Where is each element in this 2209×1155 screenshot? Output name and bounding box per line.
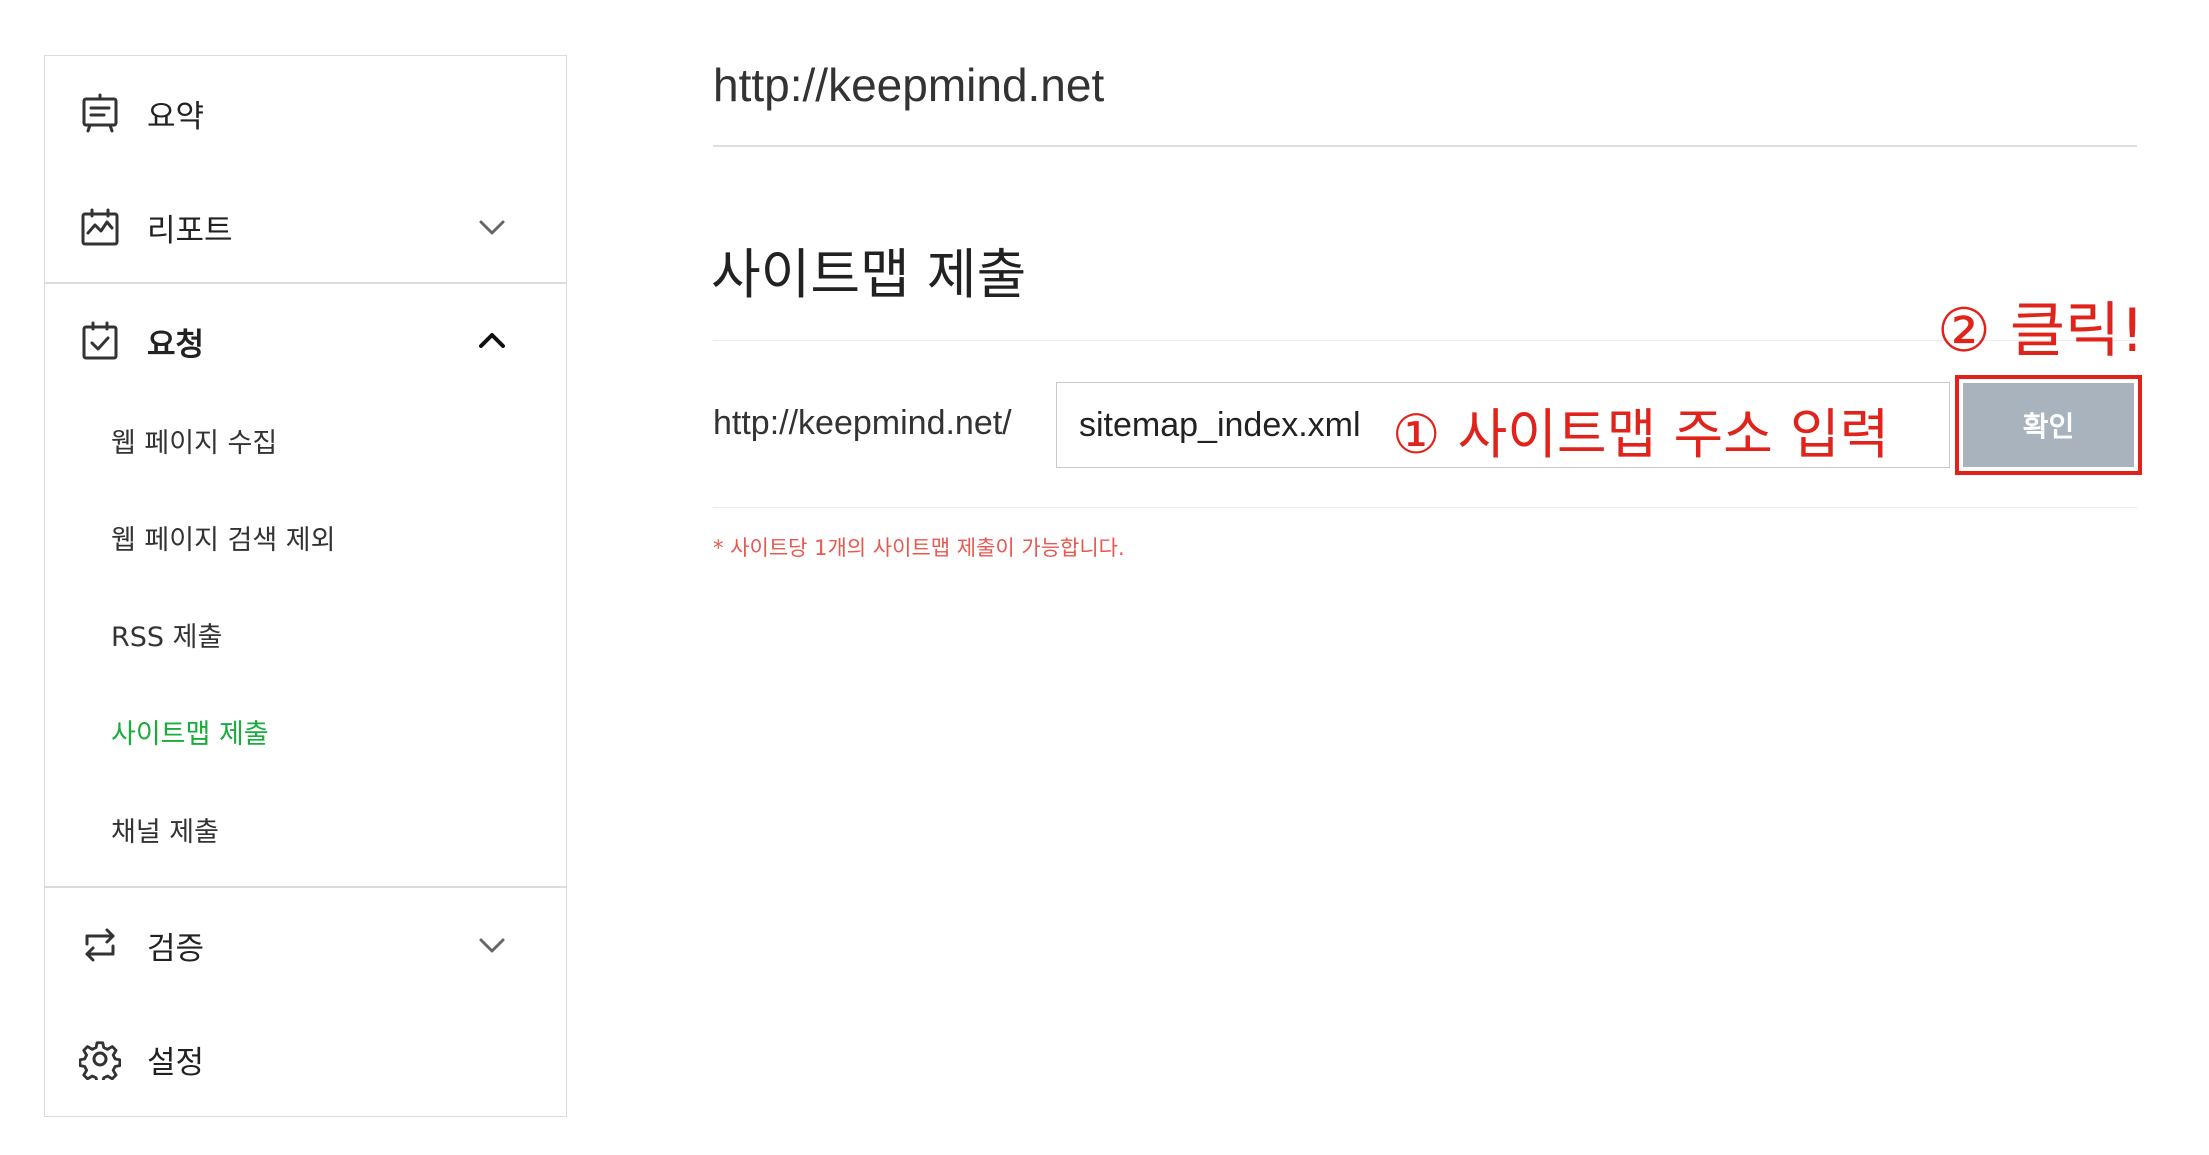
chevron-down-icon bbox=[476, 929, 508, 961]
url-prefix: http://keepmind.net/ bbox=[713, 404, 1012, 442]
sidebar: 요약 리포트 요청 웹 페이지 수집 웹 페이지 검색 제외 RSS 제출 사이… bbox=[44, 55, 567, 1117]
sidebar-subitem-sitemap-submit[interactable]: 사이트맵 제출 bbox=[111, 718, 269, 752]
sidebar-subitem-rss-submit[interactable]: RSS 제출 bbox=[111, 621, 222, 655]
notice-text: * 사이트당 1개의 사이트맵 제출이 가능합니다. bbox=[713, 536, 1125, 560]
section-divider bbox=[713, 340, 2137, 341]
sitemap-url-input[interactable] bbox=[1056, 382, 1950, 468]
sidebar-item-label: 리포트 bbox=[147, 212, 233, 249]
form-divider bbox=[713, 507, 2137, 508]
sidebar-item-verify[interactable]: 검증 bbox=[45, 888, 566, 1002]
sidebar-item-request[interactable]: 요청 bbox=[45, 284, 566, 398]
gear-icon bbox=[79, 1038, 121, 1080]
sidebar-item-report[interactable]: 리포트 bbox=[45, 170, 566, 284]
sidebar-item-summary[interactable]: 요약 bbox=[45, 56, 566, 170]
sidebar-subitem-channel-submit[interactable]: 채널 제출 bbox=[111, 816, 219, 850]
sidebar-item-label: 설정 bbox=[147, 1044, 205, 1081]
chevron-down-icon bbox=[476, 211, 508, 243]
header-divider bbox=[713, 145, 2137, 147]
page-title: 사이트맵 제출 bbox=[711, 243, 1027, 306]
sidebar-item-label: 요약 bbox=[147, 98, 205, 135]
site-url-title: http://keepmind.net bbox=[713, 59, 1105, 111]
report-chart-icon bbox=[79, 206, 121, 248]
chevron-up-icon bbox=[476, 325, 508, 357]
request-check-icon bbox=[79, 320, 121, 362]
sidebar-item-settings[interactable]: 설정 bbox=[45, 1002, 566, 1116]
confirm-button[interactable]: 확인 bbox=[1963, 383, 2134, 467]
verify-arrows-icon bbox=[79, 924, 121, 966]
summary-board-icon bbox=[79, 92, 121, 134]
annotation-step2: ② 클릭! bbox=[1937, 296, 2145, 366]
sidebar-subitem-web-page-exclude[interactable]: 웹 페이지 검색 제외 bbox=[111, 524, 335, 558]
sidebar-item-label: 요청 bbox=[147, 326, 205, 363]
sidebar-subitem-web-page-collect[interactable]: 웹 페이지 수집 bbox=[111, 427, 277, 461]
sidebar-item-label: 검증 bbox=[147, 930, 205, 967]
